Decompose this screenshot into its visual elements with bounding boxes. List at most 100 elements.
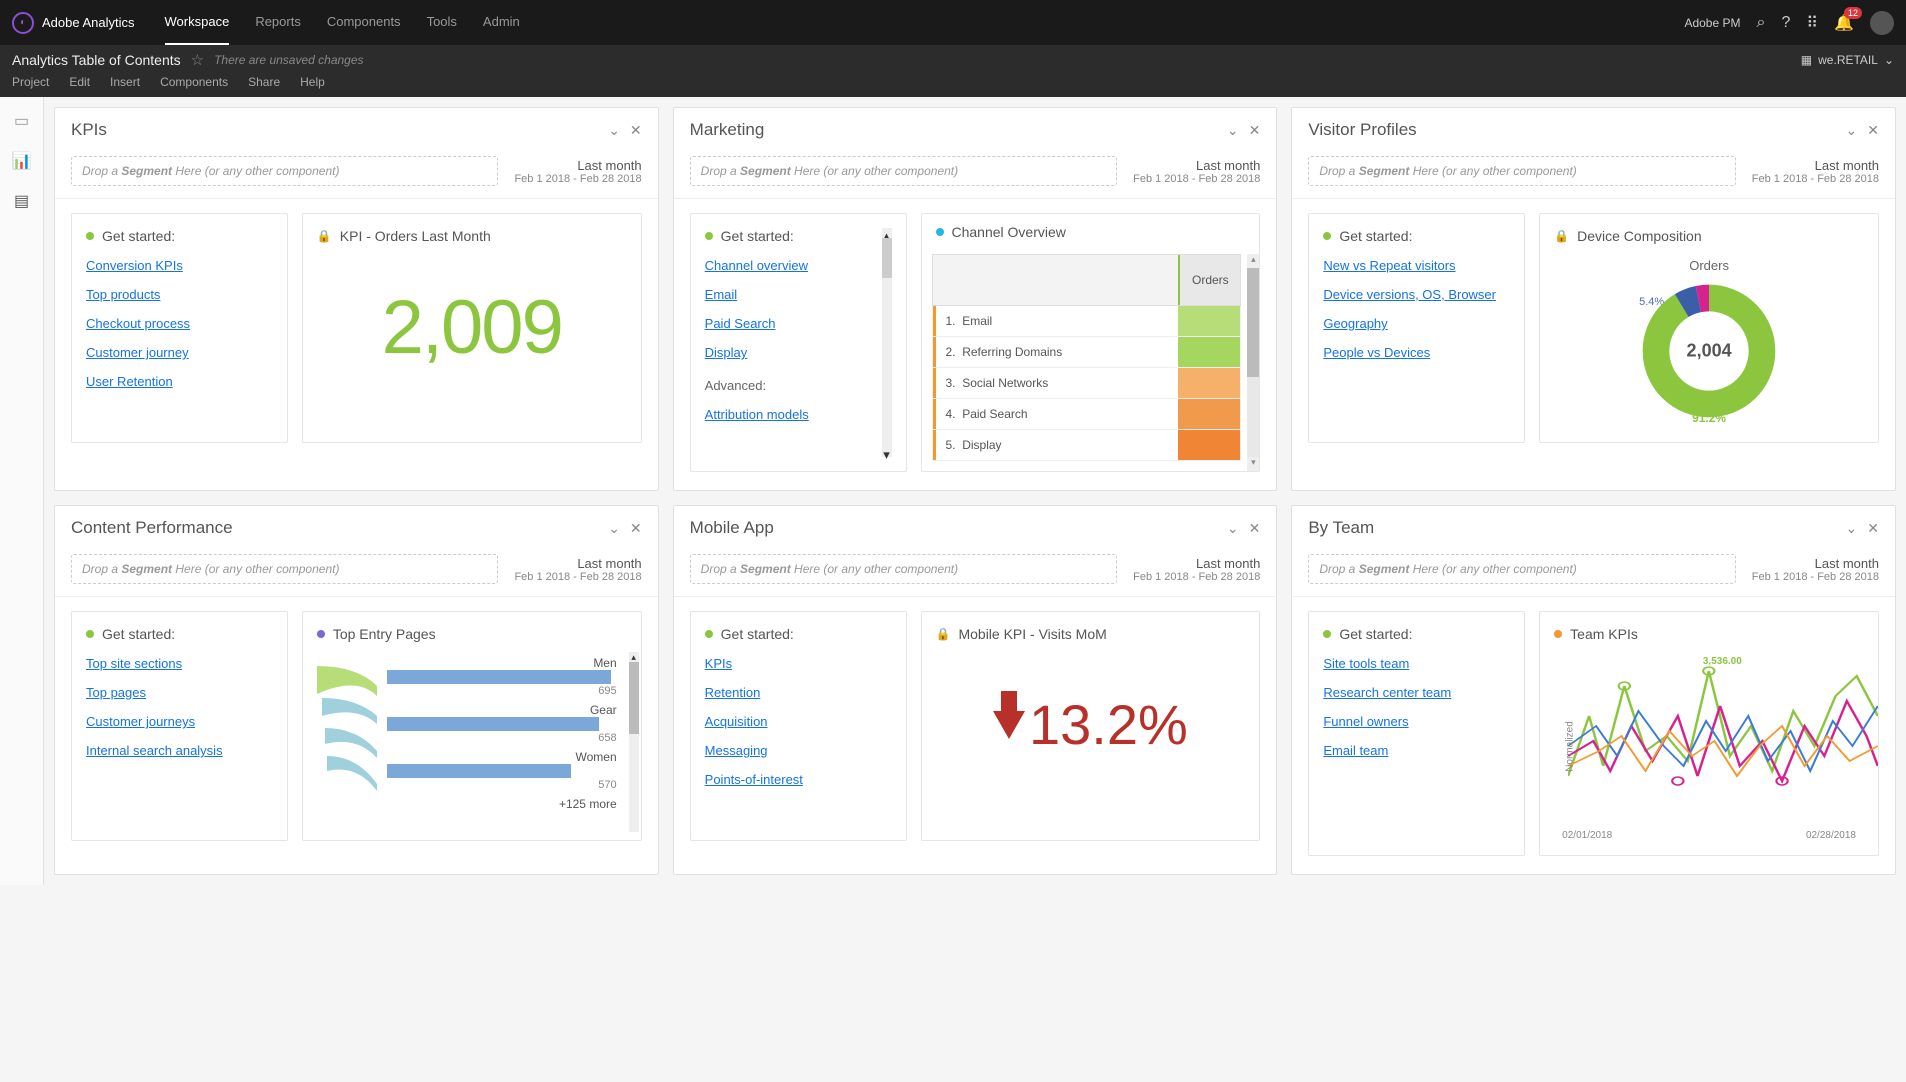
menu-edit[interactable]: Edit: [69, 75, 90, 89]
date-range[interactable]: Last monthFeb 1 2018 - Feb 28 2018: [514, 556, 641, 583]
brand-logo[interactable]: ◐ Adobe Analytics: [12, 12, 135, 34]
link-people-vs-devices[interactable]: People vs Devices: [1323, 345, 1510, 360]
segment-dropzone[interactable]: Drop a Segment Here (or any other compon…: [690, 156, 1117, 186]
link-mobile-kpis[interactable]: KPIs: [705, 656, 892, 671]
scrollbar[interactable]: ▴▾: [882, 228, 892, 457]
link-conversion-kpis[interactable]: Conversion KPIs: [86, 258, 273, 273]
link-poi[interactable]: Points-of-interest: [705, 772, 892, 787]
collapse-icon[interactable]: ⌄: [608, 520, 620, 537]
collapse-icon[interactable]: ⌄: [1846, 122, 1858, 139]
close-icon[interactable]: ✕: [630, 122, 642, 139]
favorite-star-icon[interactable]: ☆: [191, 51, 204, 69]
close-icon[interactable]: ✕: [630, 520, 642, 537]
close-icon[interactable]: ✕: [1249, 520, 1261, 537]
collapse-icon[interactable]: ⌄: [1227, 520, 1239, 537]
collapse-icon[interactable]: ⌄: [608, 122, 620, 139]
link-email[interactable]: Email: [705, 287, 882, 302]
panel-title: Visitor Profiles: [1308, 120, 1835, 140]
panel-title: Marketing: [690, 120, 1217, 140]
link-messaging[interactable]: Messaging: [705, 743, 892, 758]
status-dot-icon: [705, 232, 713, 240]
link-checkout-process[interactable]: Checkout process: [86, 316, 273, 331]
link-channel-overview[interactable]: Channel overview: [705, 258, 882, 273]
date-range[interactable]: Last month Feb 1 2018 - Feb 28 2018: [514, 158, 641, 185]
table-row[interactable]: 4. Paid Search: [932, 399, 1242, 430]
link-top-site-sections[interactable]: Top site sections: [86, 656, 273, 671]
segment-dropzone[interactable]: Drop a Segment Here (or any other compon…: [1308, 554, 1735, 584]
nav-tools[interactable]: Tools: [427, 0, 457, 45]
device-composition-card: 🔒Device Composition Orders 5.4% 2,004 91: [1539, 213, 1879, 443]
nav-workspace[interactable]: Workspace: [165, 0, 230, 45]
link-customer-journey[interactable]: Customer journey: [86, 345, 273, 360]
panel-title: Mobile App: [690, 518, 1217, 538]
lock-icon: 🔒: [317, 229, 332, 243]
segment-dropzone[interactable]: Drop a Segment Here (or any other compon…: [71, 156, 498, 186]
help-icon[interactable]: ?: [1781, 14, 1790, 32]
mobile-kpi-card: 🔒Mobile KPI - Visits MoM 13.2%: [921, 611, 1261, 841]
menu-help[interactable]: Help: [300, 75, 325, 89]
notification-badge: 12: [1844, 7, 1862, 19]
link-new-vs-repeat[interactable]: New vs Repeat visitors: [1323, 258, 1510, 273]
table-row[interactable]: 3. Social Networks: [932, 368, 1242, 399]
segment-dropzone[interactable]: Drop a Segment Here (or any other compon…: [1308, 156, 1735, 186]
table-row[interactable]: 5. Display: [932, 430, 1242, 461]
primary-nav: Workspace Reports Components Tools Admin: [165, 0, 1685, 45]
scrollbar[interactable]: ▴: [629, 652, 639, 832]
link-research-center-team[interactable]: Research center team: [1323, 685, 1510, 700]
more-items[interactable]: +125 more: [387, 797, 623, 811]
collapse-icon[interactable]: ⌄: [1227, 122, 1239, 139]
segment-dropzone[interactable]: Drop a Segment Here (or any other compon…: [690, 554, 1117, 584]
status-dot-icon: [705, 630, 713, 638]
date-range[interactable]: Last monthFeb 1 2018 - Feb 28 2018: [1752, 158, 1879, 185]
link-attribution-models[interactable]: Attribution models: [705, 407, 882, 422]
nav-admin[interactable]: Admin: [483, 0, 520, 45]
link-customer-journeys[interactable]: Customer journeys: [86, 714, 273, 729]
menu-insert[interactable]: Insert: [110, 75, 140, 89]
project-subheader: Analytics Table of Contents ☆ There are …: [0, 45, 1906, 97]
user-avatar[interactable]: [1870, 11, 1894, 35]
link-device-versions[interactable]: Device versions, OS, Browser: [1323, 287, 1510, 302]
link-top-products[interactable]: Top products: [86, 287, 273, 302]
link-display[interactable]: Display: [705, 345, 882, 360]
donut-slice-label: 91.2%: [1692, 411, 1726, 425]
link-user-retention[interactable]: User Retention: [86, 374, 273, 389]
search-icon[interactable]: ⌕: [1756, 14, 1765, 32]
link-top-pages[interactable]: Top pages: [86, 685, 273, 700]
table-row[interactable]: 1. Email: [932, 306, 1242, 337]
orders-column-header[interactable]: Orders: [1178, 255, 1240, 305]
apps-grid-icon[interactable]: ⠿: [1806, 13, 1818, 33]
link-internal-search[interactable]: Internal search analysis: [86, 743, 273, 758]
account-name[interactable]: Adobe PM: [1684, 16, 1740, 30]
notifications-icon[interactable]: 🔔12: [1834, 13, 1854, 33]
kpi-orders-card: 🔒KPI - Orders Last Month 2,009: [302, 213, 642, 443]
menu-share[interactable]: Share: [248, 75, 280, 89]
link-acquisition[interactable]: Acquisition: [705, 714, 892, 729]
date-range[interactable]: Last monthFeb 1 2018 - Feb 28 2018: [1133, 556, 1260, 583]
link-paid-search[interactable]: Paid Search: [705, 316, 882, 331]
report-suite-selector[interactable]: ▦ we.RETAIL ⌄: [1801, 53, 1894, 67]
date-range[interactable]: Last monthFeb 1 2018 - Feb 28 2018: [1133, 158, 1260, 185]
chart-x-start: 02/01/2018: [1562, 830, 1612, 841]
segment-dropzone[interactable]: Drop a Segment Here (or any other compon…: [71, 554, 498, 584]
rail-panel-icon[interactable]: ▭: [14, 111, 29, 131]
close-icon[interactable]: ✕: [1249, 122, 1261, 139]
project-title[interactable]: Analytics Table of Contents: [12, 52, 181, 68]
rail-chart-icon[interactable]: 📊: [12, 151, 32, 171]
link-site-tools-team[interactable]: Site tools team: [1323, 656, 1510, 671]
rail-table-icon[interactable]: ▤: [14, 191, 29, 211]
menu-project[interactable]: Project: [12, 75, 49, 89]
close-icon[interactable]: ✕: [1867, 122, 1879, 139]
link-funnel-owners[interactable]: Funnel owners: [1323, 714, 1510, 729]
nav-reports[interactable]: Reports: [255, 0, 301, 45]
link-geography[interactable]: Geography: [1323, 316, 1510, 331]
date-range[interactable]: Last monthFeb 1 2018 - Feb 28 2018: [1752, 556, 1879, 583]
scrollbar[interactable]: ▴▾: [1247, 254, 1259, 471]
link-email-team[interactable]: Email team: [1323, 743, 1510, 758]
nav-components[interactable]: Components: [327, 0, 401, 45]
collapse-icon[interactable]: ⌄: [1846, 520, 1858, 537]
status-dot-icon: [1323, 630, 1331, 638]
link-retention[interactable]: Retention: [705, 685, 892, 700]
table-row[interactable]: 2. Referring Domains: [932, 337, 1242, 368]
close-icon[interactable]: ✕: [1867, 520, 1879, 537]
menu-components[interactable]: Components: [160, 75, 228, 89]
